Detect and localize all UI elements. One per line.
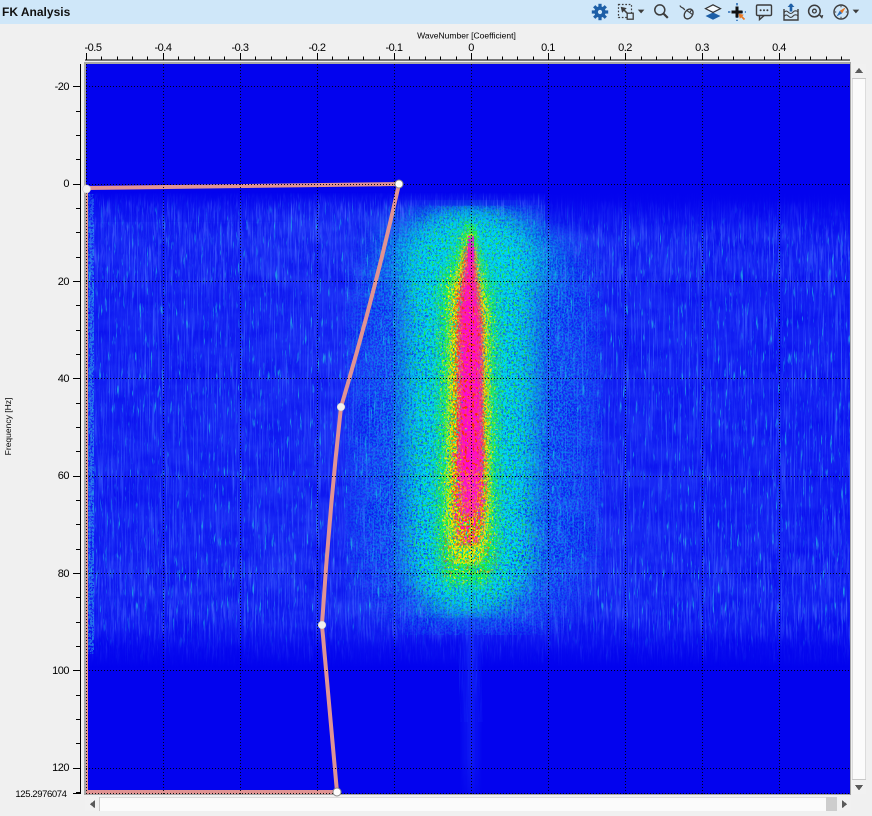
svg-text:-0.2: -0.2 — [309, 42, 326, 54]
svg-text:0: 0 — [63, 178, 69, 190]
svg-text:0.4: 0.4 — [772, 42, 786, 54]
svg-text:-0.3: -0.3 — [232, 42, 249, 54]
svg-text:0.2: 0.2 — [618, 42, 632, 54]
svg-text:Frequency [Hz]: Frequency [Hz] — [3, 398, 13, 456]
svg-text:120: 120 — [52, 762, 69, 774]
svg-text:125.2976074: 125.2976074 — [15, 789, 66, 800]
svg-text:0: 0 — [468, 42, 474, 54]
svg-text:20: 20 — [58, 276, 70, 288]
svg-text:80: 80 — [58, 568, 70, 580]
svg-text:40: 40 — [58, 373, 70, 385]
svg-text:0.3: 0.3 — [695, 42, 709, 54]
svg-text:-0.5: -0.5 — [85, 42, 102, 54]
svg-text:-0.1: -0.1 — [386, 42, 403, 54]
svg-text:0.1: 0.1 — [541, 42, 555, 54]
svg-text:-20: -20 — [55, 81, 70, 93]
svg-text:WaveNumber [Coefficient]: WaveNumber [Coefficient] — [417, 31, 516, 41]
svg-text:-0.4: -0.4 — [155, 42, 172, 54]
svg-text:60: 60 — [58, 470, 70, 482]
svg-text:100: 100 — [52, 665, 69, 677]
svg-text:FK Analysis: FK Analysis — [2, 5, 71, 19]
